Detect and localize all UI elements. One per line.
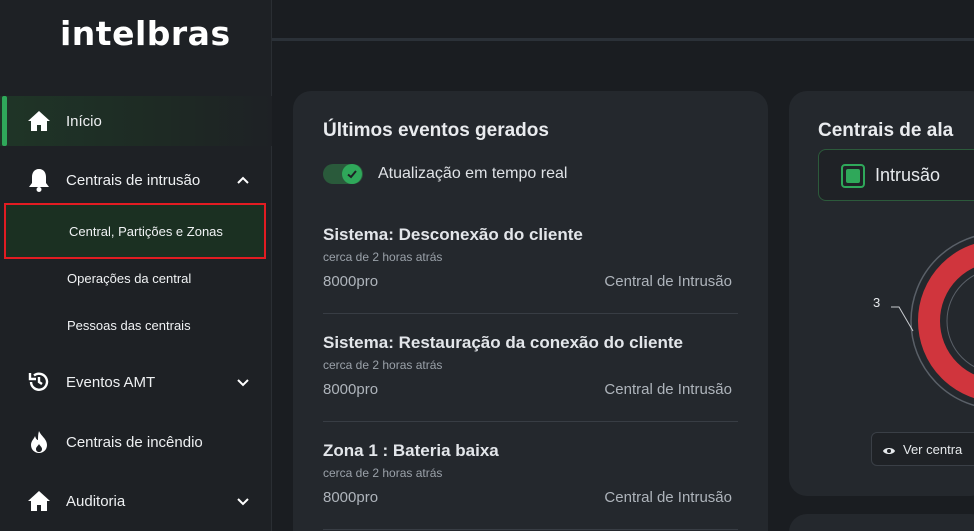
intrusion-filter-label: Intrusão <box>875 165 941 185</box>
chart-leader-line <box>891 306 914 332</box>
sidebar-item-centrais-intrusao[interactable]: Centrais de intrusão <box>0 155 272 205</box>
check-icon <box>342 164 362 184</box>
events-card-title: Últimos eventos gerados <box>323 120 549 141</box>
chevron-down-icon[interactable] <box>236 375 250 389</box>
alarm-centrals-card: Centrais de ala Intrusão 3 Ver centra <box>789 91 974 496</box>
header-divider <box>272 38 974 41</box>
events-card: Últimos eventos gerados Atualização em t… <box>293 91 768 531</box>
view-centrals-label: Ver centra <box>903 442 963 457</box>
checkbox-icon[interactable] <box>841 164 865 188</box>
intelbras-logo: intelbras <box>60 14 231 53</box>
sidebar-subitem-label: Operações da central <box>67 270 192 286</box>
chevron-down-icon[interactable] <box>236 494 250 508</box>
sidebar-subitem-label: Central, Partições e Zonas <box>69 223 223 239</box>
bell-icon <box>27 168 51 192</box>
event-title: Zona 1 : Bateria baixa <box>323 441 499 460</box>
event-divider <box>323 529 738 530</box>
event-device: 8000pro <box>323 381 379 398</box>
sidebar-item-label: Auditoria <box>66 492 126 510</box>
event-type: Central de Intrusão <box>604 489 732 506</box>
event-title: Sistema: Restauração da conexão do clien… <box>323 333 683 352</box>
chart-value-label: 3 <box>873 295 881 310</box>
sidebar-item-centrais-incendio[interactable]: Centrais de incêndio <box>0 417 272 467</box>
sidebar-item-auditoria[interactable]: Auditoria <box>0 476 272 526</box>
event-type: Central de Intrusão <box>604 273 732 290</box>
event-time: cerca de 2 horas atrás <box>323 358 443 372</box>
sidebar-item-label: Início <box>66 112 102 130</box>
home-icon <box>27 109 51 133</box>
realtime-toggle-label: Atualização em tempo real <box>378 165 568 182</box>
sidebar-subitem-pessoas-centrais[interactable]: Pessoas das centrais <box>4 297 266 353</box>
event-type: Central de Intrusão <box>604 381 732 398</box>
sidebar-item-inicio[interactable]: Início <box>0 96 272 146</box>
realtime-toggle[interactable] <box>323 164 363 184</box>
flame-icon <box>27 430 51 454</box>
sidebar-item-eventos-amt[interactable]: Eventos AMT <box>0 357 272 407</box>
chevron-up-icon[interactable] <box>236 173 250 187</box>
event-divider <box>323 421 738 422</box>
history-icon <box>27 370 51 394</box>
eye-icon <box>882 444 896 462</box>
view-centrals-button[interactable]: Ver centra <box>871 432 974 466</box>
event-time: cerca de 2 horas atrás <box>323 250 443 264</box>
alarm-card-title: Centrais de ala <box>818 120 954 141</box>
event-divider <box>323 313 738 314</box>
event-title: Sistema: Desconexão do cliente <box>323 225 583 244</box>
event-device: 8000pro <box>323 489 379 506</box>
sidebar-subitem-label: Pessoas das centrais <box>67 317 191 333</box>
home-icon <box>27 489 51 513</box>
sidebar-item-label: Eventos AMT <box>66 373 156 391</box>
sidebar: intelbras Início Centrais de intrusão Ce… <box>0 0 272 531</box>
sidebar-item-label: Centrais de incêndio <box>66 433 203 451</box>
event-time: cerca de 2 horas atrás <box>323 466 443 480</box>
sidebar-item-label: Centrais de intrusão <box>66 171 201 189</box>
next-card <box>789 514 974 531</box>
event-device: 8000pro <box>323 273 379 290</box>
intrusion-filter[interactable]: Intrusão <box>818 149 974 201</box>
